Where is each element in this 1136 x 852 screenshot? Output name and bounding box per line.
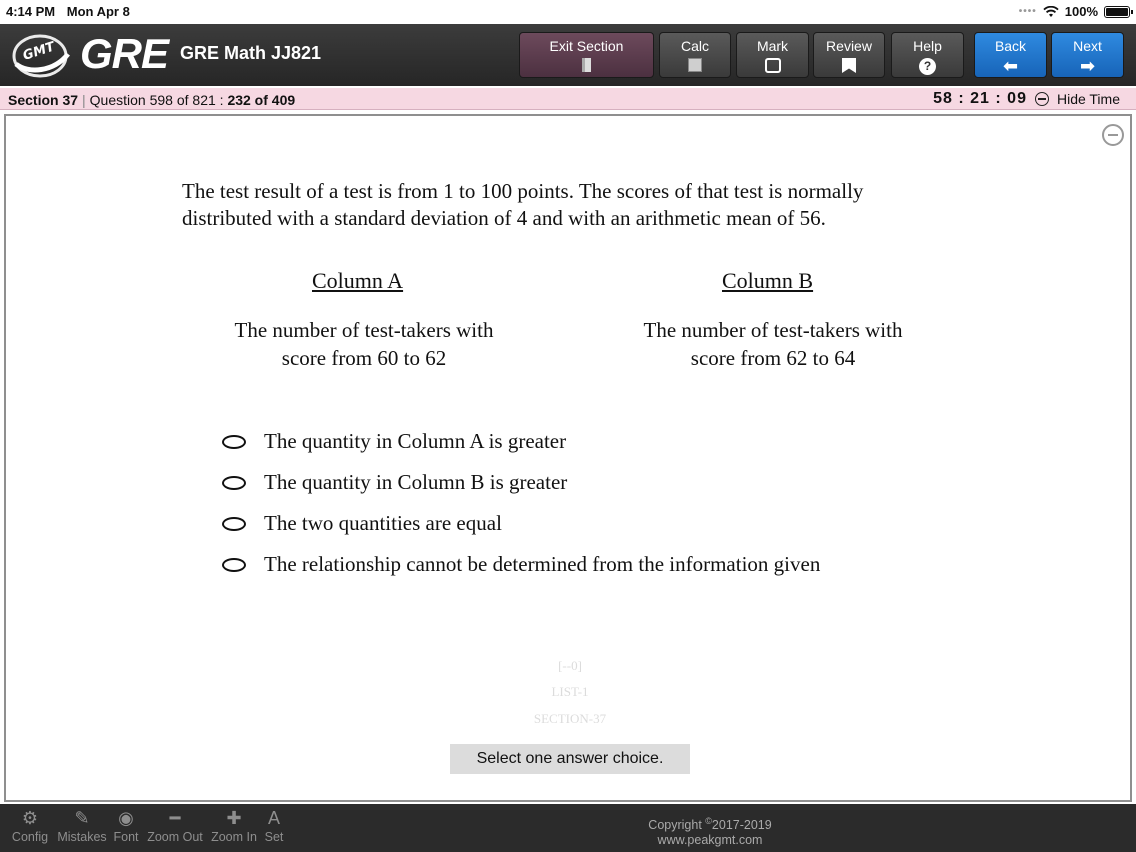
- faint-code-label: [--0]: [558, 658, 582, 673]
- radio-button[interactable]: [222, 434, 246, 449]
- answer-choice-label: The quantity in Column A is greater: [264, 429, 567, 453]
- wifi-icon: [1043, 5, 1059, 17]
- zoom-out-button[interactable]: ━ Zoom Out: [144, 808, 206, 844]
- door-icon: [582, 58, 591, 72]
- config-button[interactable]: ⚙ Config: [10, 808, 50, 844]
- signal-dots-icon: ••••: [1018, 6, 1037, 17]
- set-button[interactable]: A Set: [260, 808, 288, 844]
- calc-label: Calc: [680, 38, 709, 54]
- font-button[interactable]: ◉ Font: [110, 808, 142, 844]
- question-position: 232 of 409: [227, 92, 296, 108]
- answer-choice-label: The quantity in Column B is greater: [264, 470, 568, 494]
- ios-status-bar: 4:14 PM Mon Apr 8 •••• 100%: [0, 0, 1136, 24]
- copyright-prefix: Copyright: [648, 818, 706, 833]
- minus-icon: ━: [169, 808, 181, 828]
- copyright-notice: Copyright ©2017-2019 www.peakgmt.com: [610, 814, 810, 848]
- brand-name: GRE: [80, 30, 169, 77]
- help-label: Help: [913, 38, 942, 54]
- arrow-left-icon: ⬅: [1002, 56, 1019, 76]
- column-a-quantity: The number of test-takers with score fro…: [184, 316, 544, 372]
- help-button[interactable]: Help ?: [891, 32, 964, 78]
- column-a-header: Column A: [312, 268, 404, 293]
- set-label: Set: [264, 830, 284, 844]
- review-button[interactable]: Review: [813, 32, 885, 78]
- exit-section-label: Exit Section: [549, 38, 624, 54]
- question-stem: The test result of a test is from 1 to 1…: [182, 179, 864, 230]
- plus-icon: ✚: [226, 808, 242, 828]
- back-label: Back: [994, 38, 1027, 54]
- radio-button[interactable]: [222, 475, 246, 490]
- column-b-quantity: The number of test-takers with score fro…: [593, 316, 953, 372]
- section-info-bar: Section 37 | Question 598 of 821 : 232 of …: [0, 88, 1136, 110]
- faint-section-label: SECTION-37: [533, 711, 607, 726]
- exit-section-button[interactable]: Exit Section: [519, 32, 654, 78]
- mistakes-label: Mistakes: [57, 830, 107, 844]
- edit-icon: ✎: [74, 808, 90, 828]
- battery-icon: [1104, 5, 1133, 18]
- review-label: Review: [826, 38, 872, 54]
- column-b-header: Column B: [722, 268, 814, 293]
- calculator-icon: [688, 58, 702, 72]
- gear-icon: ⚙: [21, 808, 39, 828]
- logo-text: GMT: [21, 39, 58, 64]
- answer-choice-c[interactable]: The two quantities are equal: [222, 503, 820, 544]
- app-title: GRE Math JJ821: [180, 43, 322, 63]
- status-time: 4:14 PM: [6, 4, 56, 19]
- zoom-out-label: Zoom Out: [147, 830, 203, 844]
- instruction-banner: Select one answer choice.: [450, 744, 690, 774]
- text-settings-icon: A: [267, 808, 280, 828]
- font-label: Font: [113, 830, 139, 844]
- config-label: Config: [11, 830, 49, 844]
- countdown-timer: 58 : 21 : 09: [933, 90, 1027, 107]
- answer-choice-d[interactable]: The relationship cannot be determined fr…: [222, 544, 820, 585]
- arrow-right-icon: ➡: [1079, 56, 1096, 76]
- status-date: Mon Apr 8: [66, 4, 130, 19]
- answer-choices: The quantity in Column A is greater The …: [222, 421, 820, 585]
- checkbox-icon: [764, 58, 781, 73]
- radio-button[interactable]: [222, 557, 246, 572]
- column-a-line-1: The number of test-takers with: [234, 318, 494, 342]
- faint-list-label: LIST-1: [551, 684, 589, 699]
- collapse-icon[interactable]: [1102, 124, 1124, 146]
- answer-choice-b[interactable]: The quantity in Column B is greater: [222, 462, 820, 503]
- column-b-line-2: score from 62 to 64: [690, 346, 856, 370]
- radio-button[interactable]: [222, 516, 246, 531]
- zoom-in-label: Zoom In: [211, 830, 257, 844]
- website-link[interactable]: www.peakgmt.com: [610, 833, 810, 848]
- bookmark-icon: [842, 58, 856, 73]
- next-label: Next: [1073, 38, 1102, 54]
- column-a-line-2: score from 60 to 62: [281, 346, 447, 370]
- zoom-in-button[interactable]: ✚ Zoom In: [208, 808, 260, 844]
- bottom-toolbar: ⚙ Config ✎ Mistakes ◉ Font ━ Zoom Out ✚ …: [0, 804, 1136, 852]
- battery-percentage: 100%: [1064, 4, 1098, 19]
- question-mark-icon: ?: [919, 58, 936, 75]
- column-b-line-1: The number of test-takers with: [643, 318, 903, 342]
- back-button[interactable]: Back ⬅: [974, 32, 1047, 78]
- answer-choice-label: The relationship cannot be determined fr…: [264, 552, 821, 576]
- question-panel: The test result of a test is from 1 to 1…: [4, 114, 1132, 802]
- answer-choice-label: The two quantities are equal: [264, 511, 502, 535]
- calc-button[interactable]: Calc: [659, 32, 731, 78]
- copyright-years: 2017-2019: [711, 818, 772, 833]
- separator: |: [82, 92, 86, 108]
- answer-choice-a[interactable]: The quantity in Column A is greater: [222, 421, 820, 462]
- hide-time-toggle[interactable]: Hide Time: [1057, 91, 1120, 107]
- mark-label: Mark: [756, 38, 789, 54]
- app-header: GMT GRE GRE Math JJ821 Exit Section Calc…: [0, 24, 1136, 86]
- question-counter: Question 598 of 821 :: [89, 92, 224, 108]
- copyright-symbol: ©: [705, 816, 712, 826]
- mistakes-button[interactable]: ✎ Mistakes: [54, 808, 110, 844]
- next-button[interactable]: Next ➡: [1051, 32, 1124, 78]
- section-label: Section 37: [8, 92, 79, 108]
- mark-button[interactable]: Mark: [736, 32, 809, 78]
- gmt-logo: GMT: [12, 34, 70, 78]
- minus-circle-icon[interactable]: [1034, 92, 1049, 106]
- font-icon: ◉: [118, 808, 134, 828]
